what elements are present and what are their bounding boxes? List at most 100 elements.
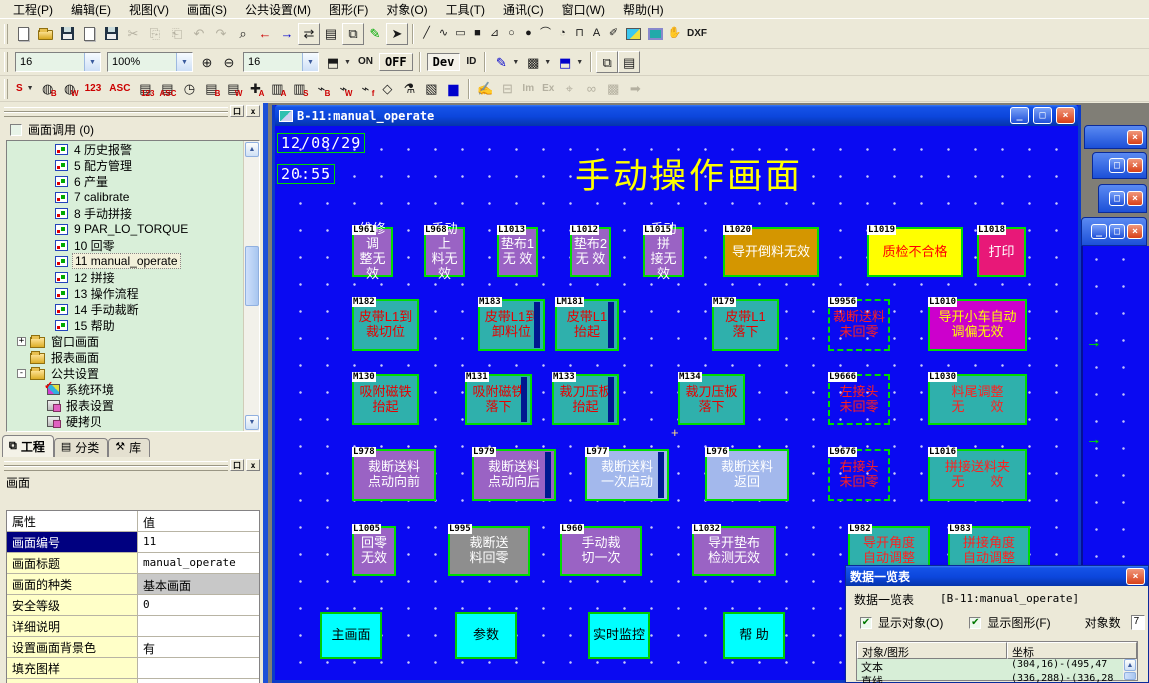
- tree-item-4-历史报警[interactable]: 4 历史报警: [7, 141, 259, 157]
- select-cursor-icon[interactable]: ➤: [386, 23, 408, 45]
- numeric-input-icon[interactable]: ▤123: [134, 78, 156, 100]
- new-file-icon[interactable]: [12, 23, 34, 45]
- nav-button-帮助[interactable]: 帮 助: [723, 612, 785, 659]
- zoom-out-icon[interactable]: ⊖: [218, 51, 240, 73]
- hmi-button-l968[interactable]: L968手动上料无效: [424, 227, 465, 277]
- nav-button-实时监控[interactable]: 实时监控: [588, 612, 650, 659]
- menu-item-1[interactable]: 工程(P): [4, 0, 62, 20]
- hmi-button-l977[interactable]: L977裁断送料一次启动: [585, 449, 669, 501]
- hmi-button-l1012[interactable]: L1012垫布2无 效: [570, 227, 611, 277]
- green-arrow-shape[interactable]: →: [1086, 431, 1101, 448]
- panel-drag-bar[interactable]: 口 x: [4, 105, 262, 117]
- menu-item-5[interactable]: 公共设置(M): [236, 0, 320, 20]
- property-value[interactable]: 11: [138, 532, 259, 552]
- hmi-button-l1010[interactable]: L1010导开小车自动调偏无效: [928, 299, 1027, 351]
- paste-icon[interactable]: ⎗: [166, 23, 188, 45]
- tree-item-15-帮助[interactable]: 15 帮助: [7, 317, 259, 333]
- hmi-button-m130[interactable]: M130吸附磁铁抬起: [352, 374, 419, 425]
- copy-icon[interactable]: ⎘: [144, 23, 166, 45]
- locate-icon[interactable]: ⌖: [558, 78, 580, 100]
- property-value[interactable]: 0: [138, 595, 259, 615]
- minimize-icon[interactable]: _: [1091, 224, 1107, 239]
- toolbar-grip[interactable]: [4, 79, 8, 99]
- panel-close-button[interactable]: x: [246, 105, 260, 117]
- screen-object-icon[interactable]: [644, 23, 666, 45]
- filled-rect-tool-icon[interactable]: ■: [469, 24, 486, 44]
- hmi-button-l9956[interactable]: L9956裁断送料未回零: [828, 299, 890, 351]
- scroll-up-icon[interactable]: ▲: [1124, 659, 1136, 671]
- fill-color-icon[interactable]: ⬒: [322, 51, 344, 73]
- chevron-down-icon[interactable]: ▼: [302, 53, 318, 71]
- collapse-icon[interactable]: -: [17, 369, 26, 378]
- function-key-icon[interactable]: ✚A: [244, 78, 266, 100]
- window-titlebar[interactable]: 数据一览表 ×: [846, 566, 1148, 586]
- tree-item-11-manual_operate[interactable]: 11 manual_operate: [7, 253, 259, 269]
- menu-item-2[interactable]: 编辑(E): [62, 0, 120, 20]
- export-icon[interactable]: Ex: [538, 78, 558, 100]
- object-list-row[interactable]: 直线(336,288)-(336,28: [857, 673, 1137, 683]
- text-tool-icon[interactable]: A: [588, 24, 605, 44]
- hmi-button-l1013[interactable]: L1013垫布1无 效: [497, 227, 538, 277]
- back-icon[interactable]: ←: [254, 23, 276, 45]
- menu-item-4[interactable]: 画面(S): [178, 0, 236, 20]
- hmi-button-l1015[interactable]: L1015手动拼接无效: [643, 227, 684, 277]
- property-row-填充图样[interactable]: 填充图样: [7, 658, 259, 679]
- chevron-down-icon[interactable]: ▼: [176, 53, 192, 71]
- redo-icon[interactable]: ↷: [210, 23, 232, 45]
- hmi-button-l995[interactable]: L995裁断送料回零: [448, 526, 530, 576]
- pattern-icon[interactable]: ▩: [522, 51, 544, 73]
- menu-item-9[interactable]: 通讯(C): [494, 0, 553, 20]
- tree-item-5-配方管理[interactable]: 5 配方管理: [7, 157, 259, 173]
- time-display-widget[interactable]: 20:55: [277, 164, 335, 184]
- dropdown-arrow-icon[interactable]: ▼: [27, 85, 34, 92]
- dropdown-arrow-icon[interactable]: ▼: [344, 59, 351, 66]
- arc-tool-icon[interactable]: ⌒: [537, 24, 554, 44]
- dropdown-arrow-icon[interactable]: ▼: [576, 59, 583, 66]
- minimize-icon[interactable]: _: [1010, 107, 1029, 124]
- hmi-button-m133[interactable]: M133裁刀压板抬起: [552, 374, 619, 425]
- font-size-combo[interactable]: 16▼: [15, 52, 101, 72]
- object-list-row[interactable]: 文本(304,16)-(495,47: [857, 659, 1137, 673]
- hmi-button-l1019[interactable]: L1019质检不合格: [867, 227, 963, 277]
- hmi-button-l1032[interactable]: L1032导开垫布检测无效: [692, 526, 776, 576]
- hmi-button-m182[interactable]: M182皮带L1到裁切位: [352, 299, 419, 351]
- tree-scrollbar[interactable]: ▲ ▼: [243, 141, 259, 431]
- screen-copy-icon[interactable]: [78, 23, 100, 45]
- window-screen-icon[interactable]: ⧉: [596, 51, 618, 73]
- numeric-display-icon[interactable]: 123: [81, 78, 106, 100]
- alarm-display-icon[interactable]: ▥A: [266, 78, 288, 100]
- trend-word-icon[interactable]: ⌁W: [332, 78, 354, 100]
- preview-icon[interactable]: ⌕: [232, 23, 254, 45]
- next-icon[interactable]: ➡: [624, 78, 646, 100]
- nav-button-参数[interactable]: 参数: [455, 612, 517, 659]
- close-icon[interactable]: ×: [1056, 107, 1075, 124]
- window-titlebar[interactable]: B-11:manual_operate _ □ ×: [275, 105, 1078, 126]
- hmi-button-m131[interactable]: M131吸附磁铁落下: [465, 374, 532, 425]
- green-arrow-shape[interactable]: →: [1086, 334, 1101, 351]
- tree-item-系统环境[interactable]: 系统环境: [7, 381, 259, 397]
- tree-scroll-thumb[interactable]: [245, 246, 259, 306]
- find-icon[interactable]: ∞: [580, 78, 602, 100]
- panel-drag-bar[interactable]: 口 x: [4, 459, 262, 471]
- close-icon[interactable]: ×: [1127, 158, 1143, 173]
- property-row-安全等级[interactable]: 安全等级0: [7, 595, 259, 616]
- toolbar-grip[interactable]: [4, 52, 8, 72]
- property-row-图样前景色[interactable]: 图样前景色: [7, 679, 259, 683]
- zoom-level-combo[interactable]: 100%▼: [107, 52, 193, 72]
- hmi-button-l1030[interactable]: L1030料尾调整无 效: [928, 374, 1027, 425]
- maximize-icon[interactable]: □: [1109, 224, 1125, 239]
- menu-item-11[interactable]: 帮助(H): [614, 0, 673, 20]
- tree-item-窗口画面[interactable]: +窗口画面: [7, 333, 259, 349]
- hmi-button-m183[interactable]: M183皮带L1到卸料位: [478, 299, 545, 351]
- dxf-import-icon[interactable]: DXF: [683, 23, 711, 45]
- tab-库[interactable]: ⚒库: [108, 438, 150, 457]
- scroll-up-icon[interactable]: ▲: [245, 142, 259, 157]
- toolbar-grip[interactable]: [4, 24, 8, 44]
- background-window-titlebar[interactable]: ×: [1084, 125, 1147, 149]
- tree-item-12-拼接[interactable]: 12 拼接: [7, 269, 259, 285]
- show-graphics-checkbox[interactable]: ✔: [969, 617, 981, 629]
- screen-call-checkbox[interactable]: [10, 124, 22, 136]
- forward-icon[interactable]: →: [276, 23, 298, 45]
- table-scroll-thumb[interactable]: [1124, 672, 1136, 680]
- property-row-画面标题[interactable]: 画面标题manual_operate: [7, 553, 259, 574]
